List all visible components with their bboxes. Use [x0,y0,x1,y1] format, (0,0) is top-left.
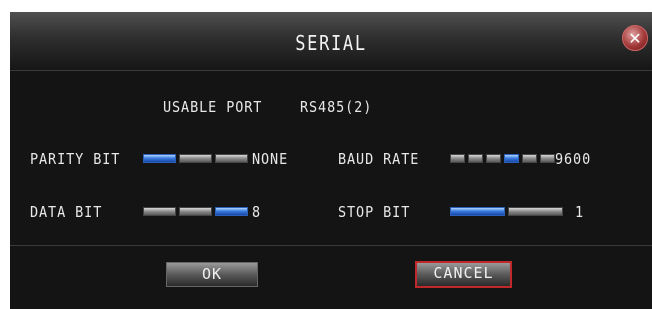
data-bit-label: DATA BIT [30,203,103,221]
footer-divider [10,245,652,246]
close-icon[interactable]: ✕ [622,25,648,51]
dialog-titlebar: SERIAL ✕ [10,12,652,71]
stop-bit-option-1[interactable] [450,207,505,216]
baud-rate-option-2[interactable] [468,154,483,163]
usable-port-label: USABLE PORT [163,98,263,116]
baud-rate-option-4[interactable] [504,154,519,163]
baud-rate-option-1[interactable] [450,154,465,163]
parity-bit-label: PARITY BIT [30,150,121,168]
data-bit-option-1[interactable] [143,207,176,216]
baud-rate-option-5[interactable] [522,154,537,163]
stop-bit-selector[interactable] [450,207,563,216]
stop-bit-option-2[interactable] [508,207,563,216]
baud-rate-label: BAUD RATE [338,150,420,168]
baud-rate-value: 9600 [555,150,592,168]
parity-bit-selector[interactable] [143,154,248,163]
ok-button[interactable]: OK [166,262,258,287]
data-bit-selector[interactable] [143,207,248,216]
dialog-title: SERIAL [295,31,367,55]
baud-rate-option-3[interactable] [486,154,501,163]
data-bit-option-3[interactable] [215,207,248,216]
data-bit-option-2[interactable] [179,207,212,216]
cancel-button[interactable]: CANCEL [415,261,512,288]
parity-bit-option-2[interactable] [179,154,212,163]
serial-dialog: SERIAL ✕ USABLE PORT RS485(2) PARITY BIT… [10,12,652,309]
parity-bit-option-1[interactable] [143,154,176,163]
usable-port-value: RS485(2) [300,98,373,116]
baud-rate-selector[interactable] [450,154,555,163]
stop-bit-value: 1 [575,203,585,221]
parity-bit-value: NONE [252,150,289,168]
parity-bit-option-3[interactable] [215,154,248,163]
baud-rate-option-6[interactable] [540,154,555,163]
data-bit-value: 8 [252,203,262,221]
stop-bit-label: STOP BIT [338,203,411,221]
